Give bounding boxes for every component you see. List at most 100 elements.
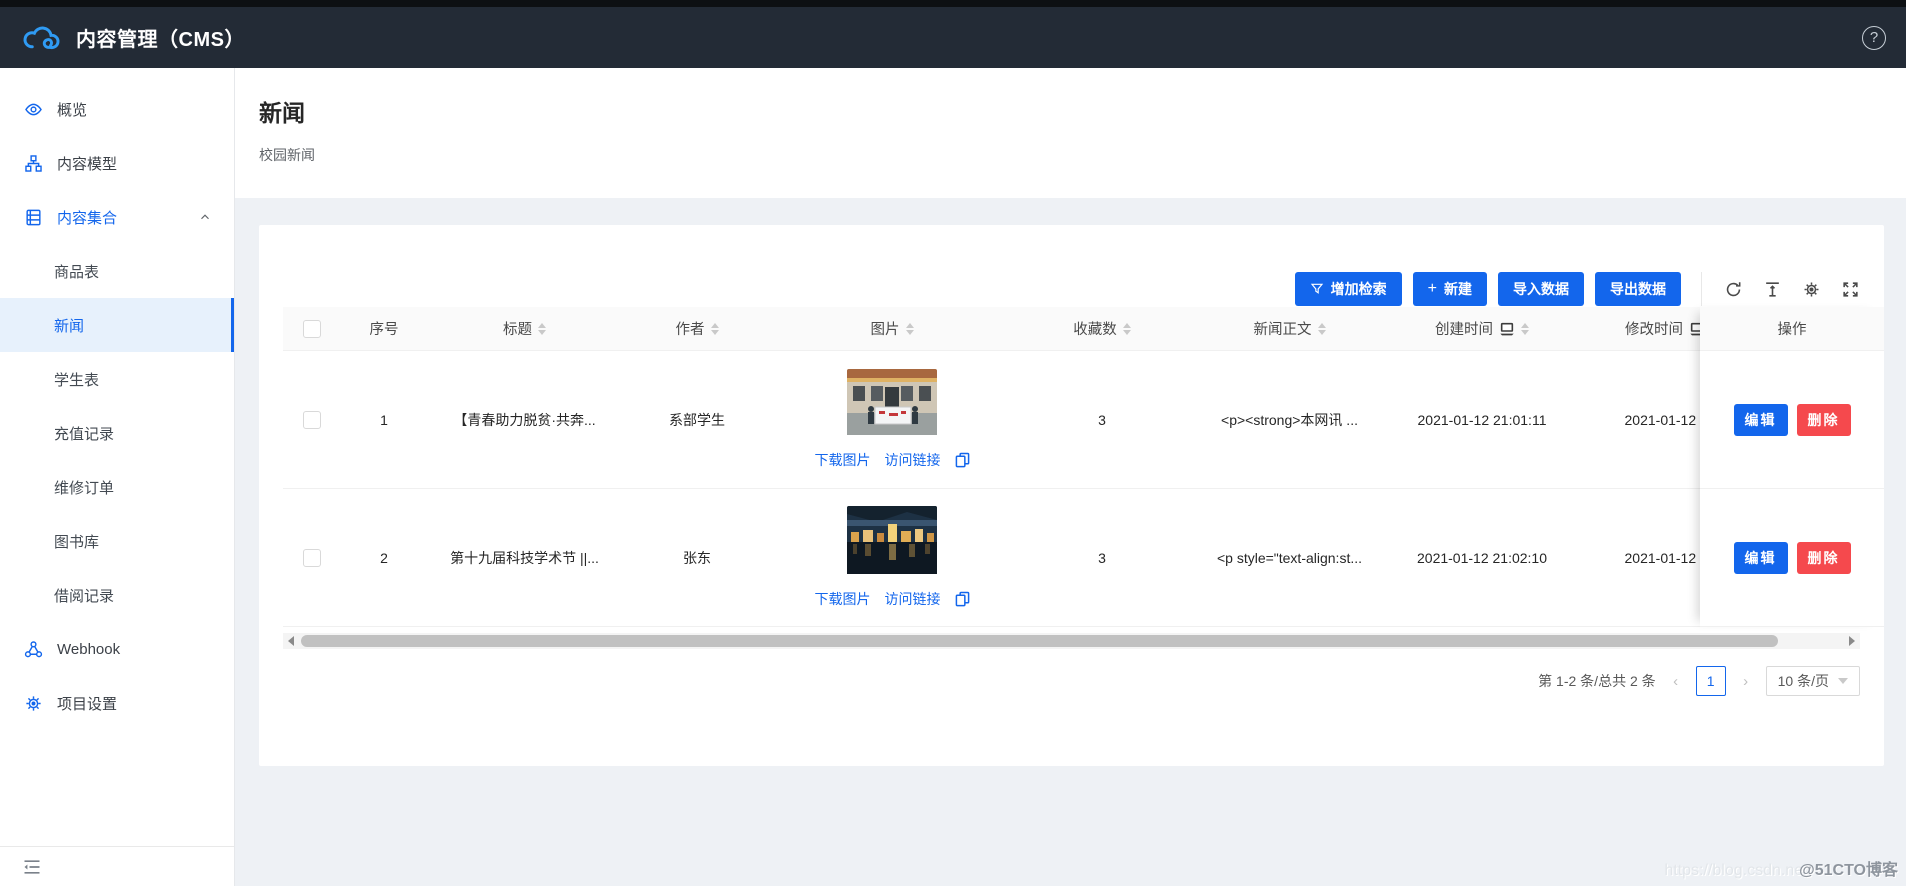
created-time: 2021-01-12 21:01:11: [1417, 411, 1547, 428]
sidebar-item-overview[interactable]: 概览: [0, 82, 234, 136]
news-image-thumbnail[interactable]: [847, 369, 937, 438]
sidebar-subitem-goods[interactable]: 商品表: [0, 244, 234, 298]
sidebar-subitem-recharge[interactable]: 充值记录: [0, 406, 234, 460]
sidebar-subitem-label: 借阅记录: [54, 587, 115, 605]
monitor-icon: [1499, 322, 1515, 336]
table-row: 2 第十九届科技学术节 ||... 张东 下载图片 访问链接 3 <p styl…: [283, 489, 1860, 627]
app-logo: 内容管理（CMS）: [20, 23, 245, 53]
page-header: 新闻 校园新闻: [235, 68, 1906, 198]
sidebar-item-label: 项目设置: [57, 695, 118, 713]
news-image-thumbnail[interactable]: [847, 506, 937, 577]
top-header-bar: 内容管理（CMS） ?: [0, 0, 1906, 68]
scroll-right-arrow-icon[interactable]: [1844, 633, 1860, 649]
app-title: 内容管理（CMS）: [76, 29, 245, 51]
news-author: 张东: [683, 549, 711, 566]
operations-fixed-column: 操作 编辑 删除 编辑 删除: [1700, 307, 1884, 627]
page-number-button[interactable]: 1: [1695, 666, 1726, 696]
sort-icon[interactable]: [1122, 322, 1131, 335]
prev-page-icon[interactable]: ‹: [1666, 673, 1686, 690]
toolbar: 增加检索 + 新建 导入数据 导出数据: [283, 225, 1860, 307]
import-label: 导入数据: [1513, 281, 1569, 297]
scrollbar-thumb[interactable]: [301, 635, 1778, 647]
sidebar-item-label: Webhook: [57, 640, 121, 658]
collection-icon: [24, 208, 43, 227]
created-time: 2021-01-12 21:02:10: [1417, 549, 1547, 566]
row-index: 2: [380, 549, 388, 566]
delete-button[interactable]: 删除: [1796, 403, 1851, 436]
news-content-preview: <p style="text-align:st...: [1216, 549, 1363, 566]
copy-icon[interactable]: [955, 452, 970, 468]
menu-fold-icon[interactable]: [22, 858, 42, 876]
favorites-count: 3: [1098, 411, 1106, 428]
sidebar-subitem-library[interactable]: 图书库: [0, 514, 234, 568]
page-size-value: 10 条/页: [1777, 673, 1829, 689]
sort-icon[interactable]: [710, 322, 719, 335]
news-title: 第十九届科技学术节 ||...: [450, 549, 599, 566]
sort-icon[interactable]: [1521, 322, 1529, 335]
scroll-left-arrow-icon[interactable]: [283, 633, 299, 649]
create-label: 新建: [1444, 281, 1472, 297]
sidebar-subitem-borrow-records[interactable]: 借阅记录: [0, 568, 234, 622]
download-image-link[interactable]: 下载图片: [815, 589, 871, 609]
cms-app: 内容管理（CMS） ? 概览 内容模型 内容集合 商品表 新闻 学生表 充值记录…: [0, 0, 1906, 886]
add-search-label: 增加检索: [1330, 281, 1387, 297]
column-header: 收藏数: [1073, 322, 1117, 338]
copy-icon[interactable]: [955, 591, 970, 607]
column-header: 新闻正文: [1253, 322, 1312, 338]
row-index: 1: [380, 411, 388, 428]
sidebar-subitem-label: 新闻: [54, 317, 85, 335]
delete-button[interactable]: 删除: [1796, 541, 1851, 574]
sidebar-item-label: 内容模型: [57, 155, 118, 173]
import-data-button[interactable]: 导入数据: [1498, 272, 1584, 306]
next-page-icon[interactable]: ›: [1736, 673, 1756, 690]
settings-icon[interactable]: [1801, 279, 1821, 299]
row-checkbox[interactable]: [303, 410, 321, 429]
row-height-icon[interactable]: [1762, 279, 1782, 299]
cloud-logo-icon: [20, 23, 62, 53]
chevron-up-icon[interactable]: [198, 210, 212, 224]
export-data-button[interactable]: 导出数据: [1595, 272, 1681, 306]
visit-link[interactable]: 访问链接: [885, 450, 941, 470]
sidebar-item-content-collection[interactable]: 内容集合: [0, 190, 234, 244]
sidebar-footer: [0, 846, 234, 886]
refresh-icon[interactable]: [1723, 279, 1743, 299]
row-actions: 编辑 删除: [1700, 351, 1884, 489]
column-header: 标题: [503, 322, 532, 338]
fullscreen-icon[interactable]: [1840, 279, 1860, 299]
table-tool-icons: [1701, 272, 1860, 306]
scrollbar-track[interactable]: [299, 633, 1844, 649]
sidebar-subitem-label: 图书库: [54, 533, 100, 551]
filter-icon: [1310, 282, 1324, 296]
sidebar-subitem-news[interactable]: 新闻: [0, 298, 234, 352]
sidebar-item-project-settings[interactable]: 项目设置: [0, 676, 234, 730]
create-button[interactable]: + 新建: [1412, 272, 1487, 306]
page-size-select[interactable]: 10 条/页: [1765, 666, 1860, 696]
sidebar-subitem-students[interactable]: 学生表: [0, 352, 234, 406]
row-actions: 编辑 删除: [1700, 489, 1884, 627]
select-all-checkbox[interactable]: [303, 319, 321, 338]
download-image-link[interactable]: 下载图片: [815, 450, 871, 470]
gear-icon: [24, 694, 43, 713]
visit-link[interactable]: 访问链接: [885, 589, 941, 609]
column-header: 作者: [675, 322, 705, 338]
edit-button[interactable]: 编辑: [1733, 541, 1788, 574]
column-header: 序号: [369, 322, 399, 338]
pagination-summary: 第 1-2 条/总共 2 条: [1538, 673, 1656, 689]
sidebar-item-label: 内容集合: [57, 209, 118, 227]
sidebar-item-webhook[interactable]: Webhook: [0, 622, 234, 676]
help-icon[interactable]: ?: [1862, 25, 1886, 50]
column-header: 修改时间: [1625, 322, 1683, 338]
sort-icon[interactable]: [905, 322, 914, 335]
sidebar-item-content-model[interactable]: 内容模型: [0, 136, 234, 190]
favorites-count: 3: [1098, 549, 1106, 566]
chevron-down-icon: [1838, 678, 1848, 684]
sort-icon[interactable]: [538, 322, 546, 335]
plus-icon: +: [1427, 280, 1437, 297]
row-checkbox[interactable]: [303, 548, 321, 567]
news-author: 系部学生: [669, 411, 725, 428]
sort-icon[interactable]: [1317, 322, 1326, 335]
sidebar-subitem-repair-orders[interactable]: 维修订单: [0, 460, 234, 514]
edit-button[interactable]: 编辑: [1733, 403, 1788, 436]
add-search-button[interactable]: 增加检索: [1294, 272, 1402, 306]
sidebar-subitem-label: 学生表: [54, 371, 100, 389]
